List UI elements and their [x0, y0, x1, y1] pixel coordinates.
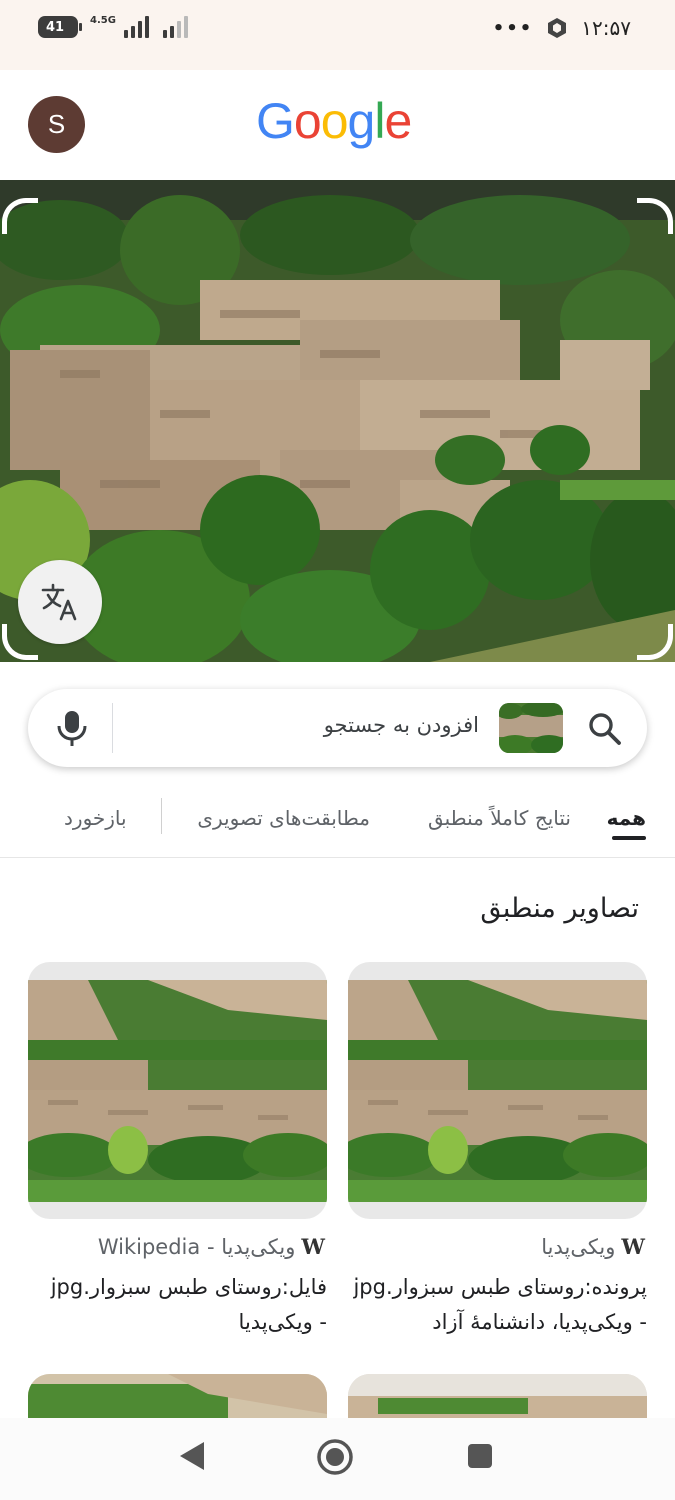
tab-divider: [161, 798, 162, 834]
account-avatar[interactable]: S: [28, 96, 85, 153]
network-type: 4.5G: [90, 15, 116, 26]
lens-source-image[interactable]: [0, 180, 675, 662]
thumbnail-image: [499, 703, 563, 753]
signal-icon-2: [162, 16, 188, 38]
wikipedia-logo-icon: W: [301, 1234, 325, 1259]
clock: ۱۲:۵۷: [581, 16, 631, 40]
avatar-letter: S: [47, 109, 66, 139]
section-title: تصاویر منطبق: [480, 893, 639, 924]
more-notifications-icon: •••: [492, 17, 534, 39]
village-thumbnail-2: [28, 980, 327, 1202]
logo-letter: o: [320, 93, 349, 149]
result-image-1[interactable]: [348, 962, 647, 1219]
signal-icon: [123, 16, 149, 38]
tab-all[interactable]: همه: [607, 806, 646, 830]
battery-level: 41: [46, 19, 65, 35]
logo-letter: o: [293, 93, 322, 149]
village-thumbnail-1: [348, 980, 647, 1202]
tab-feedback[interactable]: بازخورد: [64, 806, 127, 830]
result-title-1[interactable]: پرونده:روستای طبس سبزوار.jpg - ویکی‌پدیا…: [347, 1270, 647, 1340]
wikipedia-logo-icon: W: [621, 1234, 645, 1259]
tab-exact-matches[interactable]: نتایج کاملاً منطبق: [428, 806, 571, 830]
search-image-thumbnail[interactable]: [499, 703, 563, 753]
active-tab-indicator: [612, 836, 646, 840]
search-input[interactable]: افزودن به جستجو: [324, 713, 479, 737]
search-divider: [112, 703, 113, 753]
search-icon[interactable]: [587, 711, 623, 747]
recents-square-icon[interactable]: [466, 1442, 494, 1470]
result-source-label-1: ویکی‌پدیا: [541, 1235, 616, 1259]
result-tabs: همه نتایج کاملاً منطبق مطابقت‌های تصویری…: [0, 790, 675, 858]
status-left: 41 4.5G: [38, 16, 188, 38]
tab-visual-matches[interactable]: مطابقت‌های تصویری: [197, 806, 370, 830]
google-logo: Google: [256, 92, 412, 150]
result-image-2[interactable]: [28, 962, 327, 1219]
search-bar[interactable]: افزودن به جستجو: [28, 689, 647, 767]
logo-letter: G: [256, 93, 295, 149]
village-photo: [0, 180, 675, 662]
logo-letter: g: [347, 93, 376, 149]
system-nav-bar: [0, 1418, 675, 1500]
logo-letter: l: [374, 93, 385, 149]
vpn-shield-icon: [548, 18, 567, 38]
microphone-icon[interactable]: [54, 709, 90, 747]
result-source-2[interactable]: Wویکی‌پدیا - Wikipedia: [98, 1234, 325, 1259]
logo-letter: e: [384, 93, 412, 149]
result-source-1[interactable]: Wویکی‌پدیا: [541, 1234, 645, 1259]
result-title-2[interactable]: فایل:روستای طبس سبزوار.jpg - ویکی‌پدیا: [37, 1270, 327, 1340]
status-right: ••• ۱۲:۵۷: [493, 16, 631, 40]
home-circle-icon[interactable]: [316, 1438, 354, 1476]
translate-button[interactable]: [18, 560, 102, 644]
status-bar: 41 4.5G ••• ۱۲:۵۷: [0, 0, 675, 70]
result-source-label-2: ویکی‌پدیا - Wikipedia: [97, 1235, 296, 1259]
back-triangle-icon[interactable]: [178, 1440, 206, 1472]
battery-icon: 41: [38, 16, 82, 38]
translate-icon: [41, 583, 77, 621]
